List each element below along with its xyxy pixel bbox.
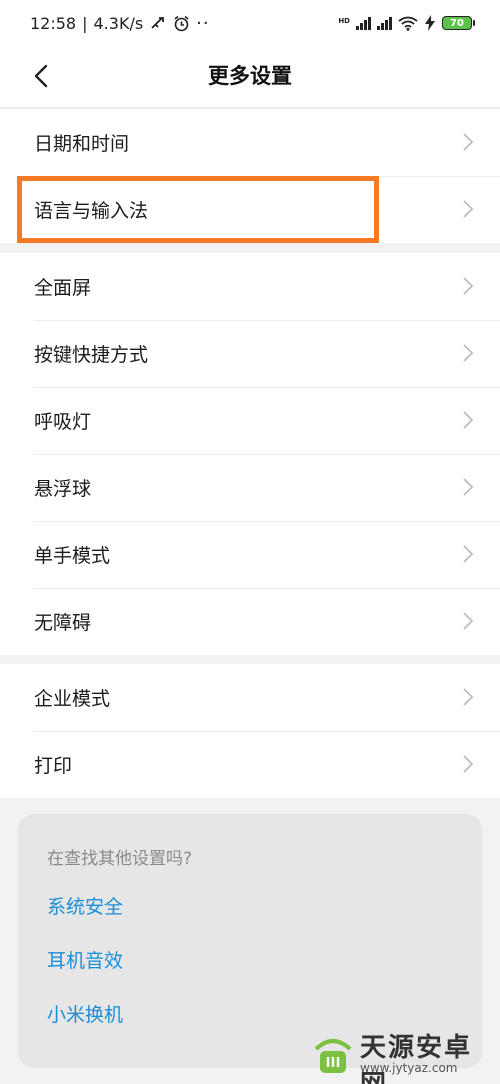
list-item-print[interactable]: 打印 — [0, 731, 500, 798]
watermark: 天源安卓网 www.jytyaz.com — [312, 1025, 488, 1084]
list-item-full-screen[interactable]: 全面屏 — [0, 253, 500, 320]
signal-icon — [356, 16, 371, 30]
watermark-url: www.jytyaz.com — [360, 1061, 458, 1075]
list-item-label: 企业模式 — [34, 688, 111, 710]
list-item-label: 呼吸灯 — [34, 411, 92, 433]
chevron-right-icon — [463, 344, 474, 362]
suggestions-question: 在查找其他设置吗? — [47, 849, 193, 869]
chevron-right-icon — [463, 755, 474, 773]
settings-group-2: 全面屏 按键快捷方式 呼吸灯 悬浮球 单手模式 无障碍 — [0, 253, 500, 655]
charging-icon — [425, 15, 435, 31]
list-item-enterprise-mode[interactable]: 企业模式 — [0, 664, 500, 731]
wifi-icon — [398, 16, 418, 31]
list-item-language-input[interactable]: 语言与输入法 — [0, 176, 500, 243]
status-bar: 12:58 | 4.3K/s ·· HD 70 — [0, 0, 500, 46]
chevron-right-icon — [463, 133, 474, 151]
status-time: 12:58 — [30, 13, 77, 33]
list-item-label: 日期和时间 — [34, 133, 130, 155]
hd-label: HD — [338, 17, 350, 25]
list-item-date-time[interactable]: 日期和时间 — [0, 109, 500, 176]
signal-icon-2 — [377, 16, 392, 30]
list-item-notification-light[interactable]: 呼吸灯 — [0, 387, 500, 454]
settings-group-1: 日期和时间 语言与输入法 — [0, 109, 500, 243]
list-item-label: 全面屏 — [34, 277, 92, 299]
link-headphone-audio[interactable]: 耳机音效 — [47, 932, 482, 986]
chevron-right-icon — [463, 200, 474, 218]
chevron-right-icon — [463, 277, 474, 295]
status-separator: | — [82, 13, 88, 33]
list-item-quick-ball[interactable]: 悬浮球 — [0, 454, 500, 521]
network-speed: 4.3K/s — [93, 13, 144, 33]
list-item-label: 悬浮球 — [34, 478, 92, 500]
list-item-button-shortcuts[interactable]: 按键快捷方式 — [0, 320, 500, 387]
watermark-logo-icon — [314, 1039, 352, 1073]
list-item-accessibility[interactable]: 无障碍 — [0, 588, 500, 655]
alarm-icon — [174, 15, 189, 31]
chevron-right-icon — [463, 411, 474, 429]
list-item-label: 单手模式 — [34, 545, 111, 567]
vpn-key-icon — [151, 17, 165, 29]
nav-bar: 更多设置 — [0, 46, 500, 108]
chevron-right-icon — [463, 478, 474, 496]
settings-group-3: 企业模式 打印 — [0, 664, 500, 798]
more-notifications-icon: ·· — [196, 12, 210, 34]
list-item-label: 语言与输入法 — [34, 200, 149, 222]
chevron-right-icon — [463, 612, 474, 630]
link-system-security[interactable]: 系统安全 — [47, 878, 482, 932]
status-left: 12:58 | 4.3K/s ·· — [30, 13, 210, 34]
list-item-label: 打印 — [34, 755, 73, 777]
list-item-one-handed-mode[interactable]: 单手模式 — [0, 521, 500, 588]
battery-icon: 70 — [442, 16, 475, 30]
list-item-label: 按键快捷方式 — [34, 344, 149, 366]
page-title: 更多设置 — [208, 64, 292, 88]
watermark-name: 天源安卓网 — [360, 1033, 473, 1084]
status-right: HD 70 — [338, 15, 475, 31]
list-item-label: 无障碍 — [34, 612, 92, 634]
chevron-right-icon — [463, 545, 474, 563]
chevron-right-icon — [463, 688, 474, 706]
